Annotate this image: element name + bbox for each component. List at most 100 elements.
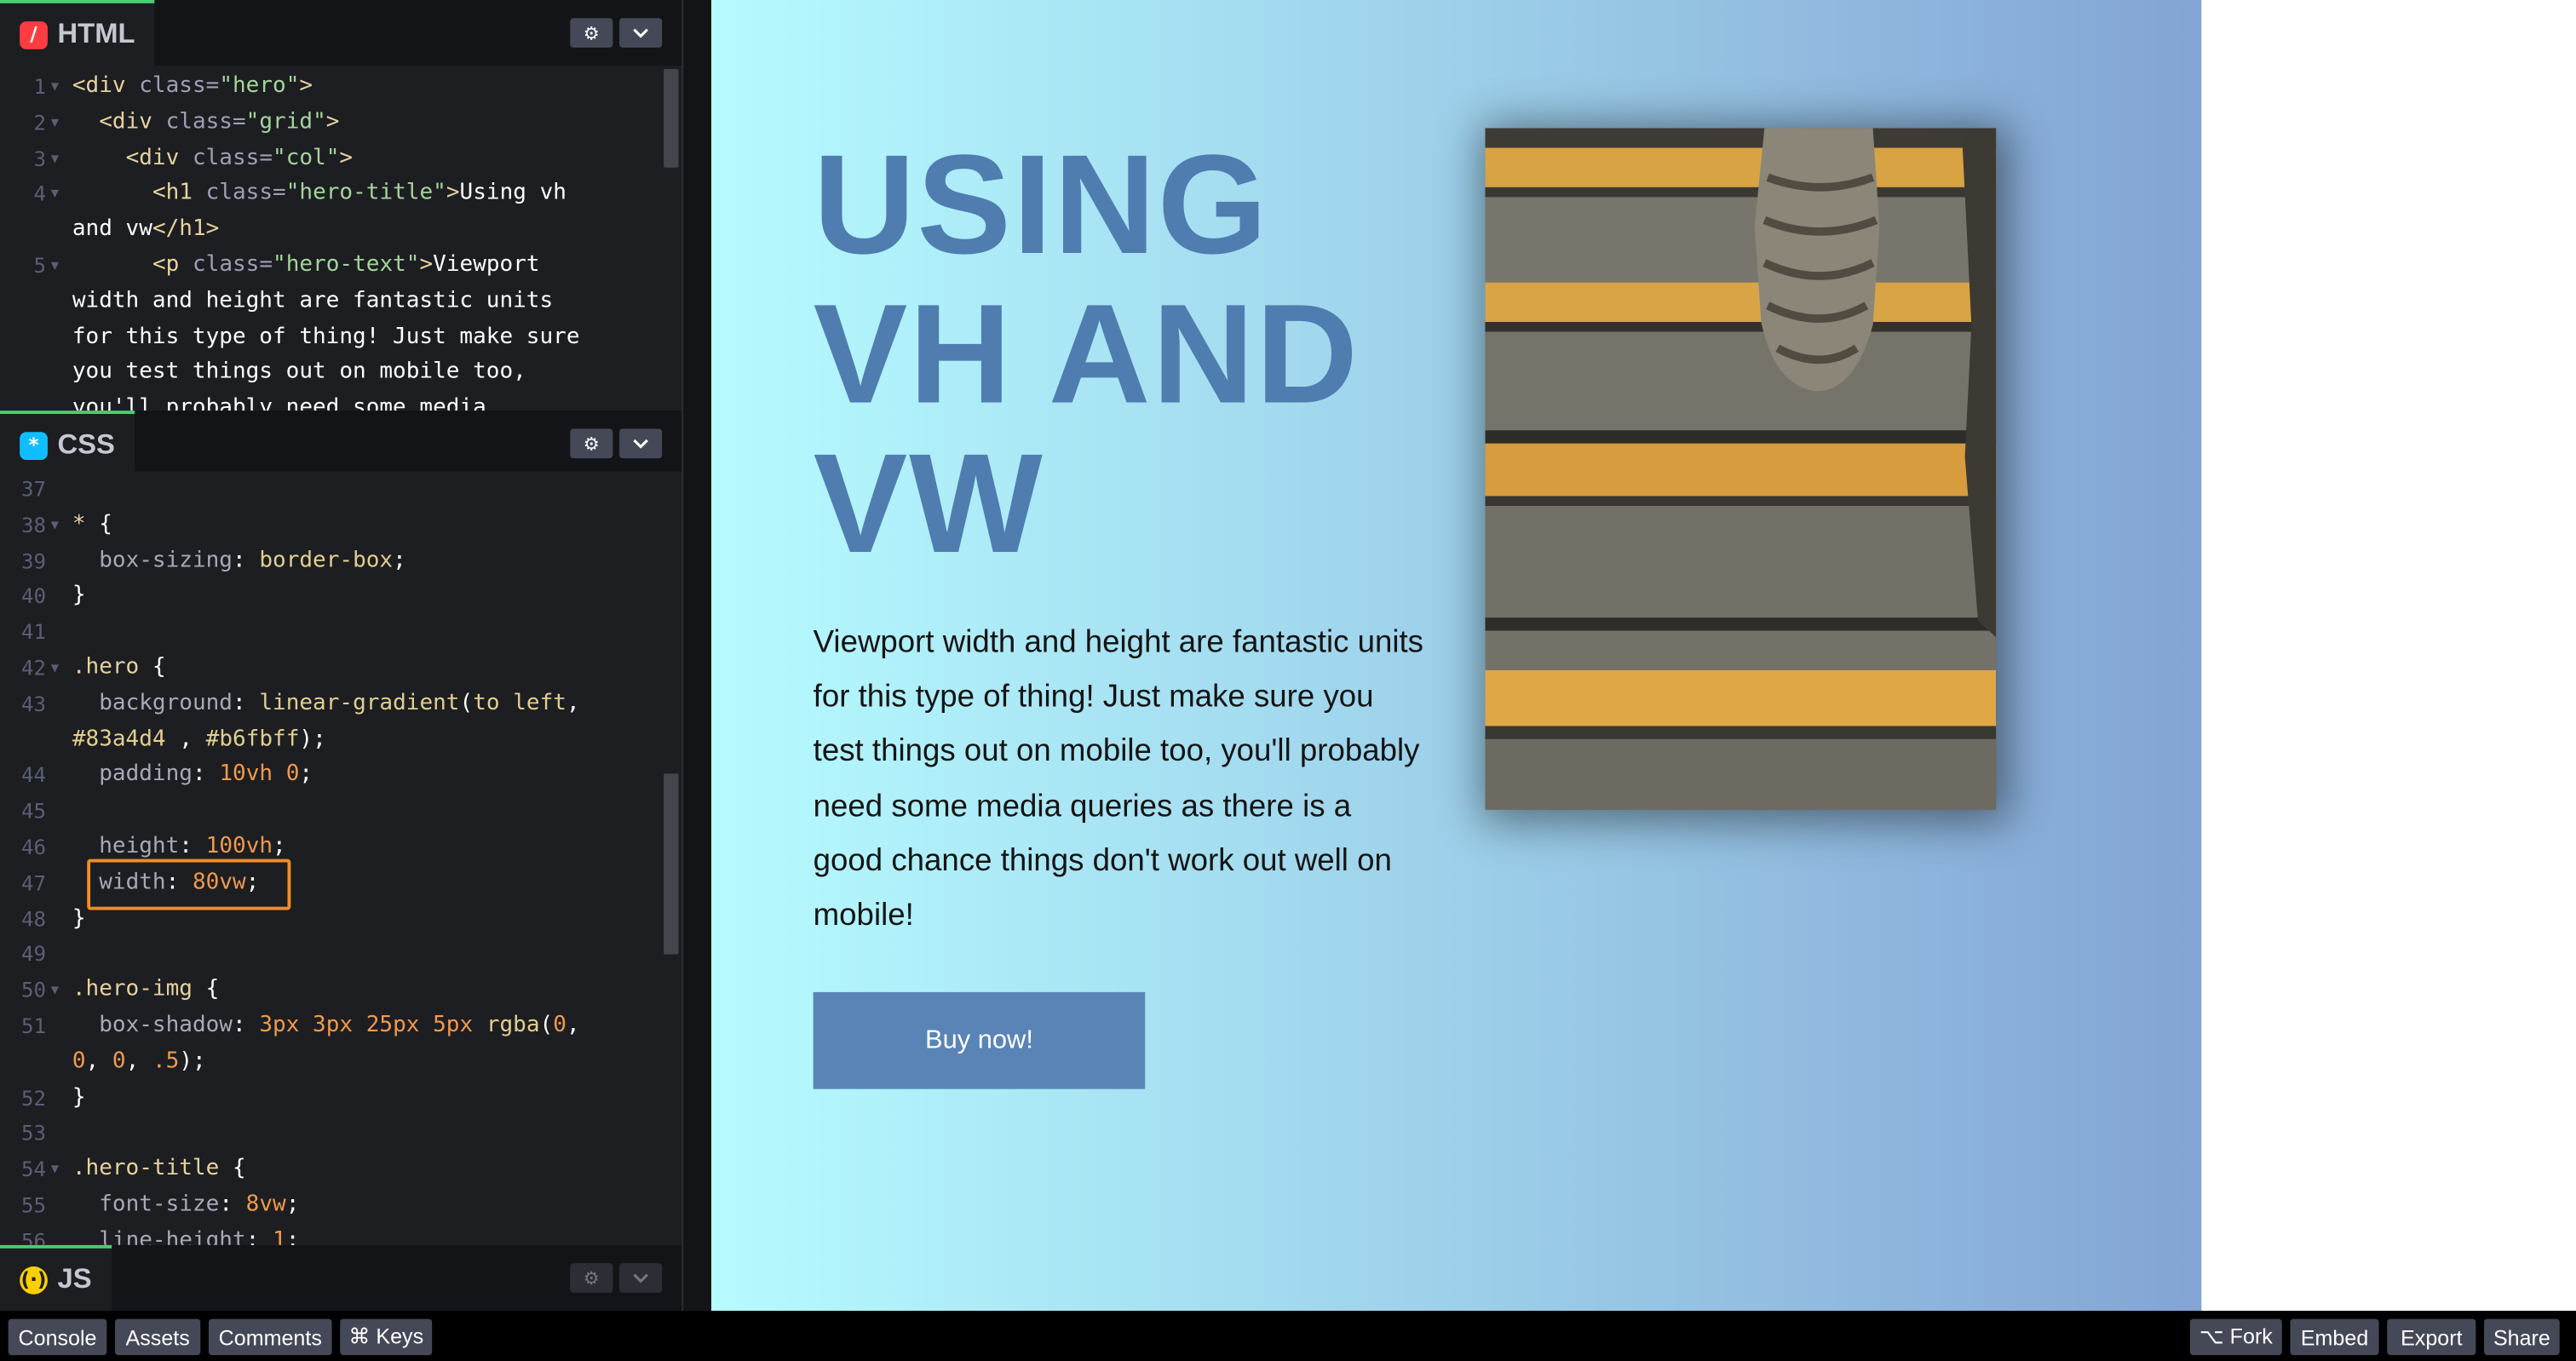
- chevron-down-icon[interactable]: [619, 1263, 663, 1293]
- assets-button[interactable]: Assets: [115, 1318, 201, 1356]
- code-token: "col": [273, 143, 340, 170]
- code-text: you'll probably need some media: [72, 391, 623, 411]
- code-line: and vw</h1>: [0, 212, 681, 248]
- code-line: 43 background: linear-gradient(to left,: [0, 686, 681, 722]
- chevron-down-icon[interactable]: [619, 18, 663, 48]
- gear-icon[interactable]: ⚙: [570, 18, 613, 48]
- code-line: 49: [0, 937, 681, 973]
- slash-icon: /: [20, 20, 48, 49]
- share-button[interactable]: Share: [2484, 1318, 2560, 1356]
- code-text: background: linear-gradient(to left,: [72, 686, 623, 722]
- line-number: 38: [20, 512, 47, 537]
- keys-button[interactable]: ⌘ Keys: [340, 1318, 433, 1356]
- gear-icon[interactable]: ⚙: [570, 1263, 613, 1293]
- html-scrollbar[interactable]: [664, 69, 679, 168]
- js-panel-header: (·) JS ⚙: [0, 1244, 682, 1312]
- fold-arrow-icon[interactable]: ▼: [51, 141, 59, 176]
- tab-html[interactable]: / HTML: [0, 0, 155, 66]
- code-token: for this type of thing! Just make sure: [72, 323, 580, 349]
- code-line: 40}: [0, 579, 681, 615]
- line-number: 55: [20, 1192, 47, 1217]
- line-number: 4: [33, 181, 47, 206]
- embed-button[interactable]: Embed: [2290, 1318, 2379, 1356]
- code-line: 51 box-shadow: 3px 3px 25px 5px rgba(0,: [0, 1008, 681, 1044]
- buy-now-button[interactable]: Buy now!: [813, 991, 1146, 1089]
- code-text: .hero {: [72, 651, 623, 686]
- code-token: class=: [139, 72, 220, 99]
- asterisk-icon: *: [20, 431, 48, 460]
- comments-button[interactable]: Comments: [208, 1318, 332, 1356]
- html-code-editor[interactable]: 1 ▼ <div class="hero"> 2 ▼ <div class="grid"…: [0, 69, 682, 411]
- line-number: 43: [20, 691, 47, 716]
- fold-arrow-icon[interactable]: ▼: [51, 248, 59, 284]
- code-token: class=: [192, 143, 273, 170]
- resize-handle[interactable]: [681, 0, 712, 1312]
- code-text: }: [72, 1080, 623, 1116]
- js-panel-title: JS: [57, 1263, 92, 1295]
- code-token: >: [325, 107, 340, 135]
- code-token: ;: [273, 832, 286, 859]
- code-token: :: [232, 1011, 260, 1038]
- line-number: 42: [20, 655, 47, 680]
- fold-arrow-icon[interactable]: ▼: [51, 651, 59, 686]
- tab-js[interactable]: (·) JS: [0, 1244, 112, 1312]
- code-line: 3 ▼ <div class="col">: [0, 141, 681, 176]
- line-number: 53: [20, 1120, 47, 1146]
- code-line: 53: [0, 1116, 681, 1151]
- code-line: 55 font-size: 8vw;: [0, 1187, 681, 1223]
- stairs-photo: [1485, 128, 1997, 810]
- fold-arrow-icon[interactable]: ▼: [51, 1151, 59, 1187]
- code-token: *: [72, 510, 100, 537]
- code-text: <div class="grid">: [72, 105, 623, 141]
- line-number: 1: [33, 73, 47, 99]
- code-text: #83a4d4 , #b6fbff);: [72, 722, 623, 758]
- code-token: }: [72, 904, 86, 931]
- editor-column: / HTML ⚙ 1 ▼ <div class="hero"> 2 ▼ <div cla…: [0, 0, 682, 1312]
- line-number: 49: [20, 941, 47, 967]
- code-token: {: [232, 1155, 246, 1181]
- code-token: <div: [125, 143, 193, 170]
- css-scrollbar[interactable]: [664, 773, 679, 955]
- code-token: width and height are fantastic units: [72, 287, 554, 313]
- code-token: box-sizing: [99, 546, 233, 573]
- code-token: linear-gradient: [259, 689, 460, 716]
- code-token: to left: [473, 689, 566, 716]
- hero-text: Viewport width and height are fantastic …: [813, 625, 1424, 933]
- code-line: 42 ▼ .hero {: [0, 651, 681, 686]
- tab-css[interactable]: * CSS: [0, 411, 135, 477]
- code-text: width and height are fantastic units: [72, 284, 623, 319]
- fold-arrow-icon[interactable]: ▼: [51, 176, 59, 212]
- code-text: <p class="hero-text">Viewport: [72, 248, 623, 284]
- fold-arrow-icon[interactable]: ▼: [51, 105, 59, 141]
- code-line: 38 ▼ * {: [0, 508, 681, 543]
- chevron-down-icon[interactable]: [619, 428, 663, 459]
- code-text: box-shadow: 3px 3px 25px 5px rgba(0,: [72, 1008, 623, 1044]
- line-number: 50: [20, 977, 47, 1002]
- fold-arrow-icon[interactable]: ▼: [51, 69, 59, 105]
- code-token: .hero-title: [72, 1155, 233, 1181]
- code-line: 56 line-height: 1;: [0, 1223, 681, 1245]
- code-token: .hero: [72, 653, 152, 680]
- code-token: <div: [99, 107, 166, 135]
- code-token: ,: [165, 725, 206, 752]
- export-button[interactable]: Export: [2387, 1318, 2476, 1356]
- fork-button[interactable]: ⌥ Fork: [2189, 1318, 2282, 1356]
- line-number: 2: [33, 109, 47, 135]
- code-token: 100vh: [205, 832, 273, 859]
- gear-icon[interactable]: ⚙: [570, 428, 613, 459]
- code-token: rgba: [486, 1011, 540, 1038]
- code-token: ,: [85, 1047, 112, 1074]
- code-token: </h1>: [152, 215, 220, 242]
- code-line: #83a4d4 , #b6fbff);: [0, 722, 681, 758]
- code-token: :: [179, 832, 206, 859]
- code-token: <h1: [152, 179, 206, 206]
- fold-arrow-icon[interactable]: ▼: [51, 508, 59, 543]
- code-token: ,: [125, 1047, 152, 1074]
- code-token: class=: [205, 179, 286, 206]
- line-number: 45: [20, 798, 47, 824]
- fold-arrow-icon[interactable]: ▼: [51, 973, 59, 1008]
- code-text: <div class="col">: [72, 141, 623, 176]
- console-button[interactable]: Console: [8, 1318, 107, 1356]
